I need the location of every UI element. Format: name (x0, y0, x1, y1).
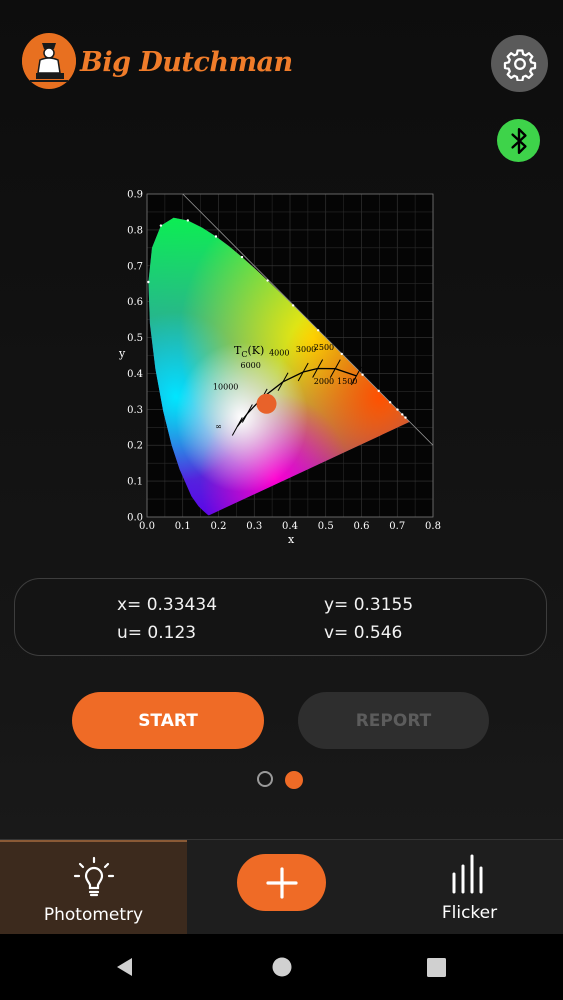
y-value: y= 0.3155 (324, 595, 414, 615)
locus-temp-label: ∞ (215, 422, 222, 431)
spectral-tick (404, 416, 407, 419)
locus-temp-label: 10000 (213, 383, 238, 392)
y-tick-label: 0.0 (127, 513, 143, 524)
back-icon[interactable] (114, 956, 136, 978)
x-tick-label: 0.4 (282, 521, 298, 532)
spectral-tick (388, 401, 392, 404)
x-tick-label: 0.8 (425, 521, 441, 532)
settings-button[interactable] (491, 35, 548, 92)
bottom-tab-bar: Photometry Flicker (0, 839, 563, 935)
spectral-tick (186, 219, 190, 222)
x-value: x= 0.33434 (117, 595, 218, 615)
x-axis-label: x (288, 533, 295, 546)
locus-title: TC(K) (234, 344, 264, 359)
measured-point-marker (256, 393, 277, 414)
spectral-tick (159, 224, 163, 227)
chromaticity-values-panel: x= 0.33434 y= 0.3155 u= 0.123 v= 0.546 (14, 578, 547, 656)
spectral-tick (291, 304, 295, 307)
plus-icon (265, 866, 298, 899)
spectral-tick (214, 235, 218, 238)
y-tick-label: 0.9 (127, 190, 143, 201)
page-indicator-1[interactable] (257, 771, 273, 787)
gear-icon (503, 48, 536, 81)
spectral-tick (340, 352, 343, 356)
cie-chromaticity-chart: 0.0 0.1 0.2 0.3 0.4 0.5 0.6 0.7 0.80.00.10.20.30… (118, 190, 441, 547)
locus-temp-label: 4000 (269, 349, 289, 358)
page-indicator-2-active[interactable] (285, 771, 303, 789)
y-tick-label: 0.1 (127, 477, 143, 488)
bluetooth-icon (510, 127, 527, 154)
spectral-tick (266, 279, 269, 282)
brand-logo: Big Dutchman (22, 33, 293, 97)
locus-temp-label: 6000 (240, 361, 260, 370)
bluetooth-status[interactable] (497, 119, 540, 162)
spectral-tick (401, 413, 404, 416)
y-tick-label: 0.2 (127, 441, 143, 452)
v-value: v= 0.546 (324, 623, 403, 643)
add-button[interactable] (237, 854, 326, 911)
spectral-tick (361, 373, 364, 376)
x-tick-label: 0.6 (354, 521, 370, 532)
tab-photometry[interactable]: Photometry (0, 840, 187, 935)
locus-temp-label: 2000 (314, 377, 334, 386)
spectral-tick (377, 389, 380, 393)
x-tick-label: 0.7 (389, 521, 405, 532)
spectral-tick (240, 255, 244, 259)
locus-temp-label: 2500 (314, 343, 334, 352)
x-tick-label: 0.2 (211, 521, 227, 532)
locus-temp-label: 1500 (337, 377, 357, 386)
system-navigation-bar (0, 934, 563, 1000)
tab-flicker-label: Flicker (441, 903, 498, 923)
spectral-tick (396, 408, 399, 411)
y-tick-label: 0.6 (127, 297, 143, 308)
recents-icon[interactable] (426, 957, 447, 978)
lightbulb-icon (73, 856, 115, 897)
tab-photometry-label: Photometry (43, 905, 144, 925)
y-tick-label: 0.4 (127, 369, 143, 380)
home-icon[interactable] (271, 956, 293, 978)
y-tick-label: 0.3 (127, 405, 143, 416)
report-button[interactable]: REPORT (298, 692, 489, 749)
farmer-logo-icon (22, 33, 76, 89)
start-button[interactable]: START (72, 692, 264, 749)
u-value: u= 0.123 (117, 623, 197, 643)
x-tick-label: 0.5 (318, 521, 334, 532)
spectral-tick (147, 280, 150, 284)
y-axis-label: y (118, 347, 126, 360)
y-tick-label: 0.5 (127, 333, 143, 344)
y-tick-label: 0.7 (127, 261, 143, 272)
brand-name: Big Dutchman (80, 47, 293, 78)
spectral-tick (316, 329, 320, 332)
tab-flicker[interactable]: Flicker (376, 840, 563, 935)
bar-chart-icon (452, 854, 483, 894)
y-tick-label: 0.8 (127, 225, 143, 236)
x-tick-label: 0.3 (246, 521, 262, 532)
x-tick-label: 0.1 (175, 521, 191, 532)
